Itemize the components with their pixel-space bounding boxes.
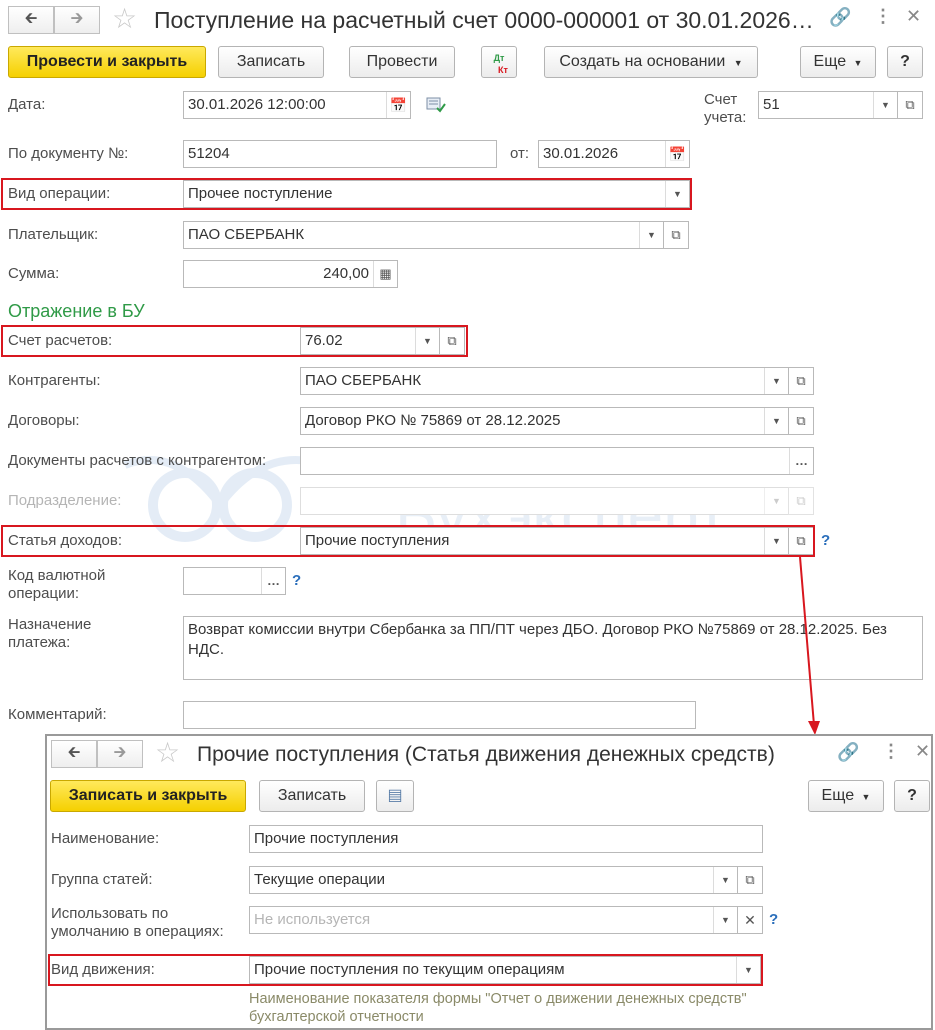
chevron-down-icon[interactable]: ▼ (713, 907, 737, 933)
dt-kt-icon: Дт Кт (493, 53, 508, 75)
name-field[interactable]: Прочие поступления (249, 825, 763, 853)
calendar-icon[interactable]: 📅 (386, 92, 410, 118)
amount-label: Сумма: (8, 265, 60, 282)
highlight-settle-acc (1, 325, 468, 357)
arrow-left-icon: 🡰 (67, 743, 81, 761)
checklist-icon[interactable] (426, 96, 446, 114)
group-field[interactable]: Текущие операции ▼ (249, 866, 738, 894)
account-label: Счет учета: (704, 91, 747, 126)
chevron-down-icon[interactable]: ▼ (764, 408, 788, 434)
arrow-right-icon: 🡲 (70, 9, 84, 27)
division-label: Подразделение: (8, 492, 122, 509)
contracts-label: Договоры: (8, 412, 80, 429)
division-field: ▼ (300, 487, 789, 515)
chevron-down-icon[interactable]: ▼ (713, 867, 737, 893)
chevron-down-icon[interactable]: ▼ (764, 368, 788, 394)
post-button[interactable]: Провести (349, 46, 455, 78)
chevron-down-icon: ▼ (764, 488, 788, 514)
account-field[interactable]: 51 ▼ (758, 91, 898, 119)
favorite-star-icon[interactable]: ☆ (112, 3, 137, 35)
callout-arrow (799, 556, 820, 735)
default-usage-field[interactable]: Не используется ▼ (249, 906, 738, 934)
arrow-right-icon: 🡲 (113, 743, 127, 761)
highlight-income-item (1, 525, 815, 557)
date-label: Дата: (8, 96, 46, 113)
list-button[interactable]: ▤ (376, 780, 414, 812)
purpose-label: Назначение платежа: (8, 616, 92, 651)
contractors-field[interactable]: ПАО СБЕРБАНК ▼ (300, 367, 789, 395)
list-icon: ▤ (387, 787, 403, 804)
payer-field[interactable]: ПАО СБЕРБАНК ▼ (183, 221, 664, 249)
doc-no-field[interactable]: 51204 (183, 140, 497, 168)
contractors-label: Контрагенты: (8, 372, 101, 389)
docs-label: Документы расчетов с контрагентом: (8, 452, 267, 469)
open-icon[interactable]: ⧉ (788, 367, 814, 395)
comment-field[interactable] (183, 701, 696, 729)
name-label: Наименование: (51, 830, 160, 847)
clear-icon[interactable]: ✕ (737, 906, 763, 934)
dropdown-icon: ▼ (861, 792, 871, 802)
open-icon[interactable]: ⧉ (788, 407, 814, 435)
movement-hint: Наименование показателя формы "Отчет о д… (249, 991, 747, 1025)
close-icon[interactable]: ✕ (906, 6, 921, 27)
more-vertical-icon[interactable]: ⋮ (882, 741, 900, 762)
back-button[interactable]: 🡰 (8, 6, 54, 34)
chevron-down-icon[interactable]: ▼ (639, 222, 663, 248)
amount-field[interactable]: 240,00 ▦ (183, 260, 398, 288)
dt-kt-button[interactable]: Дт Кт (481, 46, 517, 78)
help-icon[interactable]: ? (821, 532, 830, 549)
help-icon[interactable]: ? (769, 911, 778, 928)
back-button[interactable]: 🡰 (51, 740, 97, 768)
window-title: Прочие поступления (Статья движения дене… (197, 743, 775, 766)
ellipsis-icon[interactable]: … (261, 568, 285, 594)
default-usage-label: Использовать по умолчанию в операциях: (51, 905, 224, 940)
ellipsis-icon[interactable]: … (789, 448, 813, 474)
save-button[interactable]: Записать (259, 780, 365, 812)
more-button[interactable]: Еще ▼ (800, 46, 876, 78)
highlight-op-type (1, 178, 692, 210)
forward-button[interactable]: 🡲 (54, 6, 100, 34)
arrow-left-icon: 🡰 (24, 9, 38, 27)
payer-label: Плательщик: (8, 226, 99, 243)
window-title: Поступление на расчетный счет 0000-00000… (154, 7, 814, 33)
doc-no-label: По документу №: (8, 145, 129, 162)
group-label: Группа статей: (51, 871, 153, 888)
date-field[interactable]: 30.01.2026 12:00:00 📅 (183, 91, 411, 119)
chevron-down-icon[interactable]: ▼ (873, 92, 897, 118)
favorite-star-icon[interactable]: ☆ (155, 737, 180, 769)
highlight-movement (48, 954, 763, 986)
calendar-icon[interactable]: 📅 (665, 141, 689, 167)
forward-button[interactable]: 🡲 (97, 740, 143, 768)
section-title-bu: Отражение в БУ (8, 301, 145, 321)
open-icon[interactable]: ⧉ (663, 221, 689, 249)
help-icon[interactable]: ? (292, 572, 301, 589)
dropdown-icon: ▼ (733, 58, 743, 68)
open-icon: ⧉ (788, 487, 814, 515)
currency-code-label: Код валютной операции: (8, 567, 106, 602)
link-icon[interactable]: 🔗 (829, 7, 851, 28)
close-icon[interactable]: ✕ (915, 741, 930, 762)
help-button[interactable]: ? (887, 46, 923, 78)
help-button[interactable]: ? (894, 780, 930, 812)
from-label: от: (510, 145, 530, 162)
contracts-field[interactable]: Договор РКО № 75869 от 28.12.2025 ▼ (300, 407, 789, 435)
open-icon[interactable]: ⧉ (737, 866, 763, 894)
currency-code-field[interactable]: … (183, 567, 286, 595)
link-icon[interactable]: 🔗 (837, 742, 859, 763)
dropdown-icon: ▼ (853, 58, 863, 68)
calculator-icon[interactable]: ▦ (373, 261, 397, 287)
income-item-window: 🡰 🡲 ☆ Прочие поступления (Статья движени… (45, 734, 933, 1030)
more-vertical-icon[interactable]: ⋮ (874, 6, 892, 27)
docs-field[interactable]: … (300, 447, 814, 475)
save-and-close-button[interactable]: Записать и закрыть (50, 780, 246, 812)
save-button[interactable]: Записать (218, 46, 324, 78)
from-date-field[interactable]: 30.01.2026 📅 (538, 140, 690, 168)
comment-label: Комментарий: (8, 706, 107, 723)
post-and-close-button[interactable]: Провести и закрыть (8, 46, 206, 78)
open-icon[interactable]: ⧉ (897, 91, 923, 119)
create-on-basis-button[interactable]: Создать на основании ▼ (544, 46, 758, 78)
more-button[interactable]: Еще ▼ (808, 780, 884, 812)
